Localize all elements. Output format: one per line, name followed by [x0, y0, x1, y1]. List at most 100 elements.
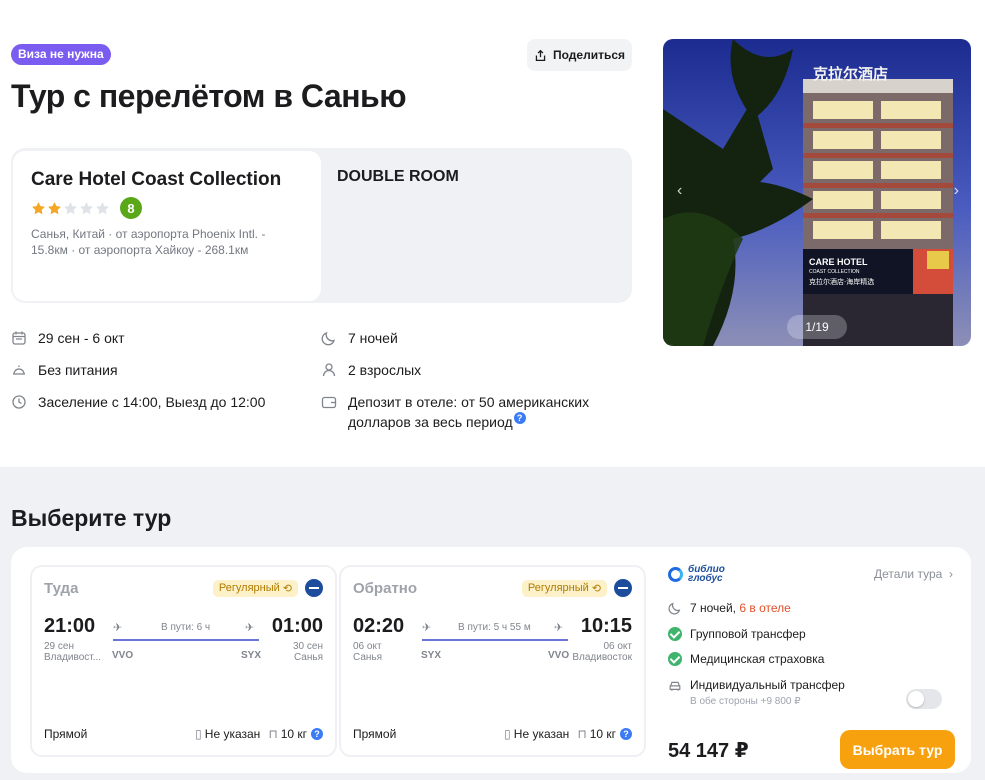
hotel-meta: 8	[31, 196, 303, 220]
dep-city: Владивост...	[44, 652, 102, 663]
leg-footer: Прямой ▯ Не указан ⊓ 10 кг ?	[44, 727, 323, 741]
photo-sign-2: COAST COLLECTION	[809, 269, 860, 275]
leg-times: 02:20 06 окт Санья ✈ В пути: 5 ч 55 м ✈ …	[353, 615, 632, 675]
fact-guests: 2 взрослых	[321, 360, 421, 380]
share-label: Поделиться	[552, 48, 626, 62]
photo-roof-sign: 克拉尔酒店	[813, 65, 888, 83]
star-empty-icon	[80, 201, 93, 214]
landing-icon: ✈	[245, 622, 255, 634]
star-filled-icon	[32, 201, 45, 214]
calendar-icon	[12, 331, 26, 345]
hotel-location: Санья, Китай · от аэропорта Phoenix Intl…	[31, 227, 266, 257]
operator-logo: библио глобус	[668, 565, 725, 584]
luggage-info: ▯ Не указан	[504, 727, 569, 741]
fact-deposit: Депозит в отеле: от 50 американских долл…	[321, 392, 611, 432]
arr-code: SYX	[241, 650, 262, 661]
wallet-icon	[321, 396, 337, 409]
visa-badge: Виза не нужна	[11, 44, 111, 65]
arr-time: 10:15	[580, 615, 632, 637]
operator-name-line2: глобус	[688, 573, 723, 584]
individual-transfer-toggle[interactable]	[906, 689, 942, 709]
hotel-name[interactable]: Care Hotel Coast Collection	[31, 167, 291, 192]
photo-counter: 1/19	[787, 315, 847, 339]
tour-offer-card: Туда Регулярный ⟲ 21:00 29 сен Владивост…	[11, 547, 971, 773]
hotel-card[interactable]: Care Hotel Coast Collection 8 Санья, Кит…	[13, 151, 321, 301]
leg-header: Обратно Регулярный ⟲	[353, 577, 632, 599]
feature-insurance-label: Медицинская страховка	[690, 652, 825, 666]
dep-city: Санья	[353, 652, 383, 663]
photo-next-arrow[interactable]: ›	[954, 182, 959, 200]
leg-direction: Обратно	[353, 579, 418, 597]
dep-code: VVO	[112, 650, 134, 661]
star-empty-icon	[64, 201, 77, 214]
photo-prev-arrow[interactable]: ‹	[677, 182, 682, 200]
person-icon	[322, 363, 336, 377]
rating-badge: 8	[120, 197, 142, 219]
route-line	[113, 639, 259, 641]
select-tour-button[interactable]: Выбрать тур	[840, 730, 955, 769]
share-icon	[535, 49, 546, 61]
hotel-photo-gallery[interactable]: CARE HOTEL COAST COLLECTION 克拉尔酒店·海岸精选 克…	[663, 39, 971, 346]
flight-type-badge: Регулярный ⟲	[212, 579, 298, 597]
page-title: Тур с перелётом в Санью	[11, 78, 407, 114]
flight-outbound[interactable]: Туда Регулярный ⟲ 21:00 29 сен Владивост…	[30, 565, 337, 757]
moon-icon	[668, 602, 681, 615]
bag-icon: ⊓	[577, 727, 587, 741]
guests-text: 2 взрослых	[348, 362, 422, 378]
nights-hotel-label: 6 в отеле	[739, 601, 791, 615]
stops-text: Прямой	[44, 727, 88, 741]
clock-icon	[12, 395, 26, 409]
dep-time: 21:00	[44, 615, 96, 637]
history-icon: ⟲	[591, 582, 601, 595]
flight-type-badge: Регулярный ⟲	[521, 579, 607, 597]
stops-text: Прямой	[353, 727, 397, 741]
car-icon	[669, 681, 681, 691]
share-button[interactable]: Поделиться	[527, 39, 632, 71]
check-icon	[668, 652, 682, 666]
hotel-stars	[31, 201, 110, 216]
flight-return[interactable]: Обратно Регулярный ⟲ 02:20 06 окт Санья …	[339, 565, 646, 757]
history-icon: ⟲	[282, 582, 292, 595]
feature-insurance: Медицинская страховка	[668, 652, 824, 667]
tour-details-link[interactable]: Детали тура ›	[874, 567, 953, 581]
feature-individual-transfer: Индивидуальный трансфер В обе стороны +9…	[668, 678, 845, 709]
airline-logo-icon	[614, 579, 632, 597]
leg-footer: Прямой ▯ Не указан ⊓ 10 кг ?	[353, 727, 632, 741]
leg-direction: Туда	[44, 579, 79, 597]
fact-checkin: Заселение с 14:00, Выезд до 12:00	[11, 392, 265, 412]
luggage-text: Не указан	[204, 727, 261, 741]
tour-selection-section: Выберите тур Туда Регулярный ⟲ 21:00 29 …	[0, 467, 985, 780]
checkin-text: Заселение с 14:00, Выезд до 12:00	[38, 394, 266, 410]
arr-city: Владивосток	[572, 652, 632, 663]
feature-group-transfer: Групповой трансфер	[668, 627, 806, 642]
individual-transfer-label: Индивидуальный трансфер	[690, 678, 845, 692]
operator-logo-icon	[668, 566, 683, 582]
fact-nights: 7 ночей	[321, 328, 398, 348]
flight-type-label: Регулярный	[527, 582, 589, 594]
flight-type-label: Регулярный	[218, 582, 280, 594]
star-filled-icon	[48, 201, 61, 214]
arr-code: VVO	[548, 650, 570, 661]
deposit-text: Депозит в отеле: от 50 американских долл…	[348, 394, 590, 430]
photo-sign-1: CARE HOTEL	[809, 257, 868, 267]
cloche-icon	[13, 365, 25, 375]
info-icon[interactable]: ?	[311, 728, 323, 740]
arr-time: 01:00	[271, 615, 323, 637]
photo-sign-3: 克拉尔酒店·海岸精选	[809, 277, 874, 286]
section-title: Выберите тур	[11, 505, 172, 531]
operator-name: библио глобус	[688, 565, 725, 584]
dep-code: SYX	[421, 650, 442, 661]
airline-logo-icon	[305, 579, 323, 597]
luggage-text: Не указан	[513, 727, 570, 741]
leg-header: Туда Регулярный ⟲	[44, 577, 323, 599]
suitcase-icon: ▯	[504, 727, 511, 741]
info-icon[interactable]: ?	[620, 728, 632, 740]
tour-price: 54 147 ₽	[668, 740, 749, 762]
hand-luggage-text: 10 кг	[589, 727, 616, 741]
flight-duration: В пути: 6 ч	[161, 622, 211, 633]
hotel-summary: Care Hotel Coast Collection 8 Санья, Кит…	[11, 148, 632, 303]
offer-summary: библио глобус Детали тура › 7 ночей, 6 в…	[668, 561, 958, 769]
individual-transfer-price: В обе стороны +9 800 ₽	[690, 696, 801, 707]
bag-icon: ⊓	[268, 727, 278, 741]
info-icon[interactable]: ?	[513, 412, 526, 424]
